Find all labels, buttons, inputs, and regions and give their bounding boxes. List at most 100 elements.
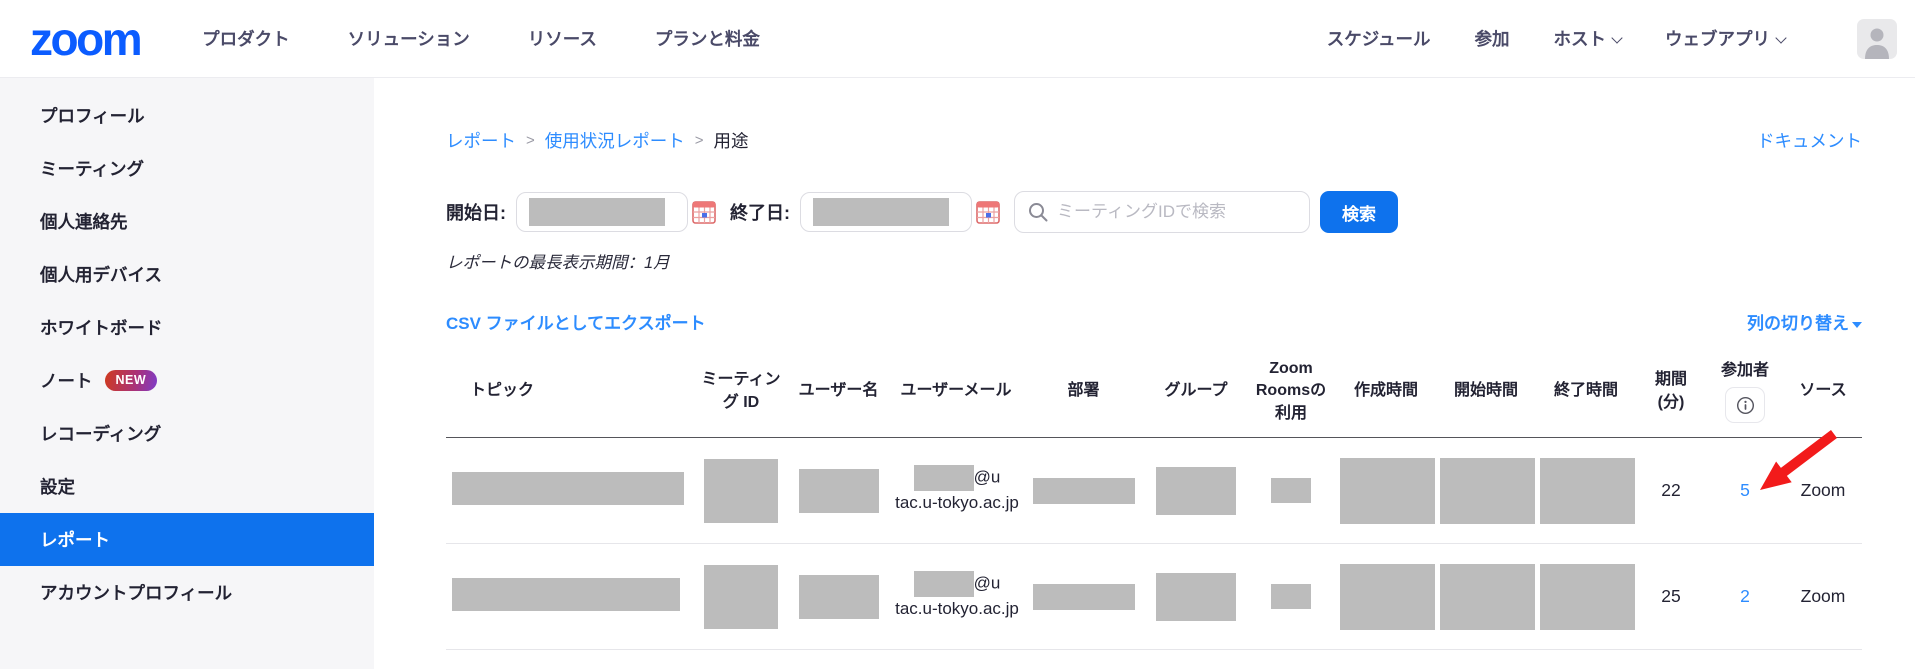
calendar-icon[interactable] [976, 200, 1000, 224]
report-period-note: レポートの最長表示期間：1月 [446, 249, 1862, 273]
redaction-block [452, 472, 684, 505]
participants-info-button[interactable] [1725, 387, 1765, 423]
sidebar-item-meetings[interactable]: ミーティング [0, 142, 374, 195]
redaction-block [1156, 467, 1236, 515]
sidebar-item-profile[interactable]: プロフィール [0, 89, 374, 142]
nav-right-menu: スケジュール 参加 ホスト ウェブアプリ [1327, 19, 1897, 59]
redaction-block [529, 198, 665, 226]
info-icon [1736, 396, 1755, 415]
col-header-duration: 期間 (分) [1636, 348, 1706, 438]
redaction-block [1440, 458, 1535, 524]
table-row: @u tac.u-tokyo.ac.jp 25 2 Zoom [446, 544, 1862, 650]
col-header-meeting-id: ミーティング ID [696, 348, 786, 438]
sidebar-item-personal-contacts[interactable]: 個人連絡先 [0, 195, 374, 248]
column-toggle-dropdown[interactable]: 列の切り替え [1747, 309, 1862, 334]
documentation-link[interactable]: ドキュメント [1757, 128, 1862, 153]
col-header-user-name: ユーザー名 [786, 348, 891, 438]
breadcrumb-separator: > [695, 132, 704, 149]
breadcrumb-row: レポート > 使用状況レポート > 用途 ドキュメント [446, 128, 1862, 153]
redaction-block [1340, 564, 1435, 630]
table-toolbar: CSV ファイルとしてエクスポート 列の切り替え [446, 309, 1862, 334]
redaction-block [914, 571, 974, 597]
redaction-block [813, 198, 949, 226]
duration-cell: 25 [1636, 544, 1706, 650]
meeting-id-search-field [1014, 191, 1310, 233]
nav-item-schedule[interactable]: スケジュール [1327, 26, 1431, 51]
redaction-block [799, 469, 879, 513]
sidebar-item-recordings[interactable]: レコーディング [0, 407, 374, 460]
redaction-block [1033, 584, 1135, 610]
source-cell: Zoom [1784, 544, 1862, 650]
col-header-topic: トピック [446, 348, 696, 438]
search-input[interactable] [1057, 202, 1299, 222]
duration-cell: 22 [1636, 438, 1706, 544]
participants-count-link[interactable]: 5 [1740, 480, 1750, 500]
main-content: レポート > 使用状況レポート > 用途 ドキュメント 開始日: 終了日: [374, 78, 1915, 669]
table-row: @u tac.u-tokyo.ac.jp 22 5 Zoom [446, 438, 1862, 544]
sidebar-item-whiteboard[interactable]: ホワイトボード [0, 301, 374, 354]
col-header-start-time: 開始時間 [1436, 348, 1536, 438]
sidebar-item-personal-devices[interactable]: 個人用デバイス [0, 248, 374, 301]
sidebar-item-notes[interactable]: ノート NEW [0, 354, 374, 407]
chevron-down-icon [1775, 32, 1786, 43]
new-badge: NEW [105, 370, 158, 391]
nav-item-plans-pricing[interactable]: プランと料金 [655, 26, 760, 51]
start-date-label: 開始日: [446, 199, 506, 225]
source-cell: Zoom [1784, 438, 1862, 544]
redaction-block [1033, 478, 1135, 504]
col-header-user-email: ユーザーメール [891, 348, 1021, 438]
redaction-block [704, 565, 778, 629]
sidebar-item-settings[interactable]: 設定 [0, 460, 374, 513]
nav-item-webapp[interactable]: ウェブアプリ [1665, 26, 1785, 51]
sidebar-item-reports[interactable]: レポート [0, 513, 374, 566]
breadcrumb: レポート > 使用状況レポート > 用途 [446, 128, 749, 153]
sidebar-item-account-profile[interactable]: アカウントプロフィール [0, 566, 374, 619]
breadcrumb-reports-link[interactable]: レポート [446, 128, 516, 153]
calendar-icon[interactable] [692, 200, 716, 224]
filter-row: 開始日: 終了日: 検索 [446, 191, 1862, 233]
redaction-block [1540, 564, 1635, 630]
end-date-input[interactable] [800, 192, 972, 232]
nav-left-menu: プロダクト ソリューション リソース プランと料金 [202, 26, 760, 51]
col-header-end-time: 終了時間 [1536, 348, 1636, 438]
nav-item-host[interactable]: ホスト [1554, 26, 1622, 51]
chevron-down-icon [1611, 32, 1622, 43]
triangle-down-icon [1852, 322, 1862, 328]
nav-item-solutions[interactable]: ソリューション [348, 26, 470, 51]
col-header-department: 部署 [1021, 348, 1146, 438]
redaction-block [1440, 564, 1535, 630]
nav-item-resources[interactable]: リソース [528, 26, 597, 51]
participants-count-link[interactable]: 2 [1740, 586, 1750, 606]
redaction-block [799, 575, 879, 619]
user-email-cell: @u tac.u-tokyo.ac.jp [895, 465, 1019, 516]
end-date-label: 終了日: [730, 199, 790, 225]
redaction-block [1540, 458, 1635, 524]
zoom-logo[interactable]: zoom [30, 16, 140, 62]
col-header-source: ソース [1784, 348, 1862, 438]
table-header-row: トピック ミーティング ID ユーザー名 ユーザーメール 部署 グループ Zoo… [446, 348, 1862, 438]
start-date-input[interactable] [516, 192, 688, 232]
user-email-cell: @u tac.u-tokyo.ac.jp [895, 571, 1019, 622]
nav-item-join[interactable]: 参加 [1475, 26, 1510, 51]
usage-report-table: トピック ミーティング ID ユーザー名 ユーザーメール 部署 グループ Zoo… [446, 348, 1862, 650]
redaction-block [704, 459, 778, 523]
col-header-group: グループ [1146, 348, 1246, 438]
breadcrumb-current-page: 用途 [714, 128, 749, 153]
redaction-block [1156, 573, 1236, 621]
top-navigation: zoom プロダクト ソリューション リソース プランと料金 スケジュール 参加… [0, 0, 1915, 78]
col-header-zoom-rooms: Zoom Roomsの利用 [1246, 348, 1336, 438]
search-icon [1027, 201, 1049, 223]
redaction-block [914, 465, 974, 491]
redaction-block [1271, 478, 1311, 503]
redaction-block [1340, 458, 1435, 524]
person-icon [1857, 19, 1897, 59]
sidebar: プロフィール ミーティング 個人連絡先 個人用デバイス ホワイトボード ノート … [0, 78, 374, 669]
nav-item-products[interactable]: プロダクト [202, 26, 290, 51]
col-header-participants: 参加者 [1706, 348, 1784, 438]
redaction-block [1271, 584, 1311, 609]
search-button[interactable]: 検索 [1320, 191, 1398, 233]
export-csv-link[interactable]: CSV ファイルとしてエクスポート [446, 309, 706, 334]
user-avatar[interactable] [1857, 19, 1897, 59]
col-header-created-time: 作成時間 [1336, 348, 1436, 438]
breadcrumb-usage-report-link[interactable]: 使用状況レポート [545, 128, 685, 153]
